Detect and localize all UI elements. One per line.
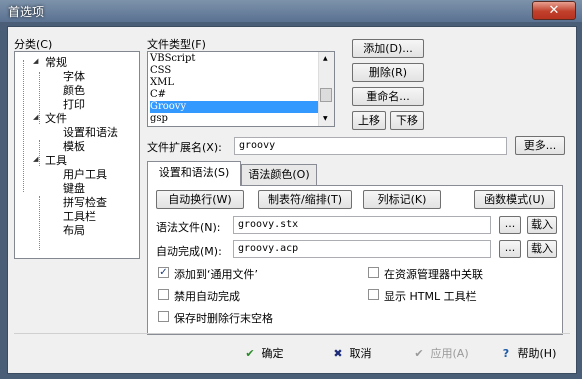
tree-line xyxy=(39,196,40,250)
tab-syntax-color[interactable]: 语法颜色(O) xyxy=(241,164,317,185)
expand-icon[interactable]: ◢ xyxy=(33,57,38,65)
syntax-file-input[interactable]: groovy.stx xyxy=(233,216,491,234)
expand-icon[interactable]: ◢ xyxy=(33,113,38,121)
category-label: 分类(C) xyxy=(14,38,53,51)
list-item[interactable]: VBScript xyxy=(150,53,195,65)
add-button[interactable]: 添加(D)... xyxy=(352,39,424,58)
filetype-scrollbar[interactable]: ▲ ▼ xyxy=(318,52,334,126)
autowrap-button[interactable]: 自动换行(W) xyxy=(156,190,244,209)
apply-label: 应用(A) xyxy=(430,347,469,360)
add-to-common-checkbox[interactable]: ✓ xyxy=(158,267,169,278)
category-tree[interactable]: ◢ 常规 字体 颜色 打印 ◢ 文件 设置和语法 模板 ◢ 工具 用户工具 键盘… xyxy=(14,51,140,259)
dialog-client-area: 分类(C) ◢ 常规 字体 颜色 打印 ◢ 文件 设置和语法 模板 ◢ 工具 用… xyxy=(7,26,577,374)
list-item[interactable]: XML xyxy=(150,77,174,89)
cancel-button[interactable]: ✖ 取消 xyxy=(330,345,372,361)
rename-button[interactable]: 重命名... xyxy=(352,87,424,106)
footer: ✔ 确定 ✖ 取消 ✔ 应用(A) ? 帮助(H) xyxy=(8,335,576,373)
more-button[interactable]: 更多... xyxy=(515,136,565,155)
explorer-assoc-label[interactable]: 在资源管理器中关联 xyxy=(384,266,483,282)
scroll-thumb[interactable] xyxy=(320,88,332,102)
syntax-file-label: 语法文件(N): xyxy=(156,221,221,234)
disable-autocomplete-checkbox[interactable] xyxy=(158,289,169,300)
scroll-down-icon[interactable]: ▼ xyxy=(323,115,328,122)
check-icon: ✔ xyxy=(245,347,255,360)
help-button[interactable]: ? 帮助(H) xyxy=(498,345,557,361)
tab-indent-button[interactable]: 制表符/缩排(T) xyxy=(258,190,352,209)
window-title: 首选项 xyxy=(8,5,45,19)
close-button[interactable]: ✕ xyxy=(532,1,576,20)
syntax-load-button[interactable]: 载入 xyxy=(527,216,557,234)
footer-separator xyxy=(14,333,570,334)
apply-check-icon: ✔ xyxy=(414,347,424,360)
filetype-label: 文件类型(F) xyxy=(147,38,206,51)
disable-autocomplete-label[interactable]: 禁用自动完成 xyxy=(174,288,240,304)
apply-button[interactable]: ✔ 应用(A) xyxy=(411,345,469,361)
function-pattern-button[interactable]: 函数模式(U) xyxy=(474,190,555,209)
help-label: 帮助(H) xyxy=(517,347,557,360)
cancel-label: 取消 xyxy=(349,347,372,360)
help-icon: ? xyxy=(502,347,510,360)
list-item-selected[interactable]: Groovy xyxy=(150,101,319,113)
cross-icon: ✖ xyxy=(333,347,343,360)
autocomplete-load-button[interactable]: 载入 xyxy=(527,240,557,258)
autocomplete-browse-button[interactable]: ... xyxy=(499,240,521,258)
scroll-up-icon[interactable]: ▲ xyxy=(323,55,328,62)
tree-line xyxy=(39,72,40,124)
explorer-assoc-checkbox[interactable] xyxy=(368,267,379,278)
expand-icon[interactable]: ◢ xyxy=(33,155,38,163)
tree-line xyxy=(23,60,24,192)
move-down-button[interactable]: 下移 xyxy=(390,111,424,130)
add-to-common-label[interactable]: 添加到‘通用文件’ xyxy=(174,266,258,282)
tree-item-layout[interactable]: 布局 xyxy=(63,222,85,238)
html-toolbar-checkbox[interactable] xyxy=(368,289,379,300)
strip-whitespace-label[interactable]: 保存时删除行末空格 xyxy=(174,310,273,326)
html-toolbar-label[interactable]: 显示 HTML 工具栏 xyxy=(384,288,477,304)
list-item[interactable]: CSS xyxy=(150,65,171,77)
strip-whitespace-checkbox[interactable] xyxy=(158,311,169,322)
move-up-button[interactable]: 上移 xyxy=(352,111,386,130)
settings-panel: 自动换行(W) 制表符/缩排(T) 列标记(K) 函数模式(U) 语法文件(N)… xyxy=(147,185,563,335)
tab-settings-syntax[interactable]: 设置和语法(S) xyxy=(147,161,241,186)
delete-button[interactable]: 删除(R) xyxy=(352,63,424,82)
close-icon: ✕ xyxy=(548,3,560,18)
autocomplete-label: 自动完成(M): xyxy=(156,245,222,258)
autocomplete-input[interactable]: groovy.acp xyxy=(233,240,491,258)
ok-label: 确定 xyxy=(261,347,284,360)
filetype-list[interactable]: VBScript CSS XML C# Groovy gsp ▲ ▼ xyxy=(147,51,335,127)
ok-button[interactable]: ✔ 确定 xyxy=(242,345,284,361)
title-bar: 首选项 ✕ xyxy=(0,0,582,22)
extension-input[interactable]: groovy xyxy=(234,137,507,155)
tree-line xyxy=(39,140,40,166)
list-item[interactable]: C# xyxy=(150,89,166,101)
extension-label: 文件扩展名(X): xyxy=(147,141,222,154)
list-item[interactable]: gsp xyxy=(150,113,168,125)
syntax-browse-button[interactable]: ... xyxy=(499,216,521,234)
preferences-window: 首选项 ✕ 分类(C) ◢ 常规 字体 颜色 打印 ◢ 文件 设置和语法 模板 … xyxy=(0,0,582,379)
column-marker-button[interactable]: 列标记(K) xyxy=(363,190,441,209)
